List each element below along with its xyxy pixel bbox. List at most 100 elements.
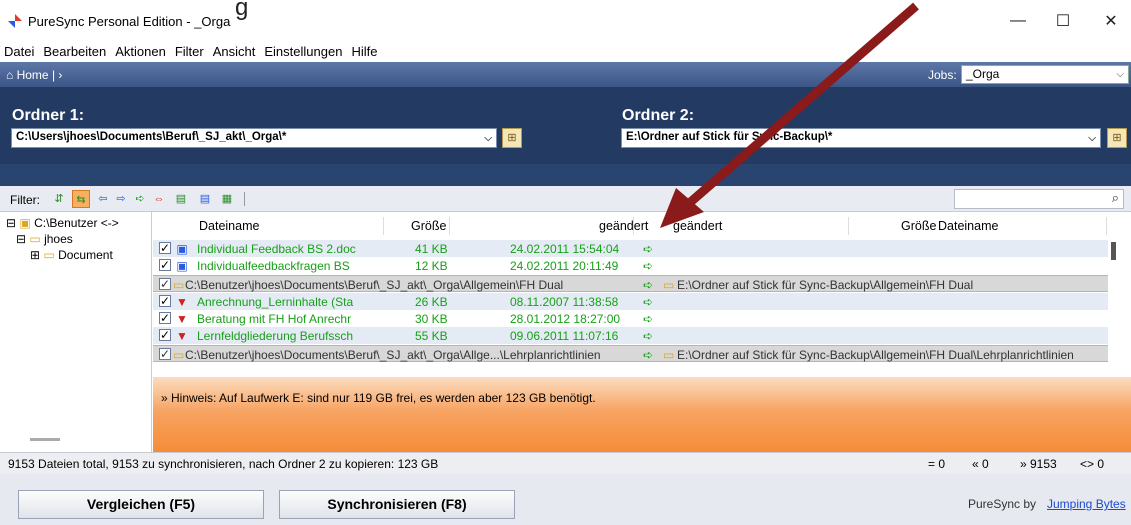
menu-aktionen[interactable]: Aktionen	[115, 44, 166, 59]
col-left-changed[interactable]: geändert	[599, 212, 648, 240]
menu-einstellungen[interactable]: Einstellungen	[264, 44, 342, 59]
folder2-label: Ordner 2:	[622, 107, 695, 124]
status-diff: <> 0	[1080, 457, 1105, 471]
col-right-size[interactable]: Größe	[901, 212, 936, 240]
computer-icon: ▣	[19, 216, 31, 230]
maximize-button[interactable]: ☐	[1043, 8, 1083, 34]
home-button[interactable]: ⌂ Home | ›	[6, 68, 62, 82]
status-bar: 9153 Dateien total, 9153 zu synchronisie…	[0, 452, 1131, 474]
left-only-icon[interactable]: ▤	[172, 190, 190, 208]
folder-tree-icon: ⊞	[507, 132, 517, 144]
arrow-right-blue-icon[interactable]: ⇨	[112, 190, 130, 208]
status-summary: 9153 Dateien total, 9153 zu synchronisie…	[8, 457, 439, 471]
menu-bearbeiten[interactable]: Bearbeiten	[43, 44, 106, 59]
row-checkbox[interactable]: ✓	[159, 348, 171, 360]
folder-icon: ▭	[173, 278, 185, 292]
pdf-icon: ▼	[176, 312, 188, 326]
status-equal: = 0	[928, 457, 946, 471]
button-bar: Vergleichen (F5) Synchronisieren (F8) Pu…	[0, 474, 1131, 525]
synchronize-button[interactable]: Synchronisieren (F8)	[279, 490, 515, 519]
folder-row[interactable]: ✓ ▭ C:\Benutzer\jhoes\Documents\Beruf\_S…	[153, 275, 1108, 292]
window-title: PureSync Personal Edition - _Orga	[28, 14, 231, 29]
compare-button[interactable]: Vergleichen (F5)	[18, 490, 264, 519]
copy-right-icon: ➪	[643, 348, 654, 362]
search-input[interactable]: ⌕	[954, 189, 1124, 209]
folder-row[interactable]: ✓ ▭ C:\Benutzer\jhoes\Documents\Beruf\_S…	[153, 345, 1108, 362]
list-scrollbar[interactable]	[1111, 242, 1116, 260]
row-checkbox[interactable]: ✓	[159, 295, 171, 307]
table-row[interactable]: ✓ ▼ Anrechnung_Lerninhalte (Sta 26 KB 08…	[153, 293, 1108, 310]
folder-icon: ▭	[663, 348, 675, 362]
chevron-down-icon: ⌵	[1088, 133, 1096, 144]
status-left: « 0	[972, 457, 989, 471]
conflict-icon[interactable]: ⇔	[150, 190, 168, 208]
copy-right-icon: ➪	[643, 259, 654, 273]
row-checkbox[interactable]: ✓	[159, 259, 171, 271]
table-row[interactable]: ✓ ▼ Lernfeldgliederung Berufssch 55 KB 0…	[153, 327, 1108, 344]
row-checkbox[interactable]: ✓	[159, 329, 171, 341]
filter-label: Filter:	[10, 193, 40, 207]
folder2-path-input[interactable]: E:\Ordner auf Stick für Sync-Backup\* ⌵	[621, 128, 1101, 148]
pdf-icon: ▼	[176, 329, 188, 343]
folder-icon: ▭	[29, 232, 41, 246]
folder-tree: ⊟ ▣ C:\Benutzer <-> ⊟ ▭ jhoes ⊞ ▭ Docume…	[0, 212, 152, 452]
copy-right-icon: ➪	[643, 329, 654, 343]
title-bar: PureSync Personal Edition - _Orga g — ☐ …	[0, 0, 1131, 40]
jumping-bytes-link[interactable]: Jumping Bytes	[1047, 497, 1126, 511]
col-left-name[interactable]: Dateiname	[199, 212, 259, 240]
col-right-changed[interactable]: geändert	[673, 212, 722, 240]
folder-icon: ▭	[43, 248, 55, 262]
row-checkbox[interactable]: ✓	[159, 278, 171, 290]
col-left-size[interactable]: Größe	[411, 212, 446, 240]
hint-panel: » Hinweis: Auf Laufwerk E: sind nur 119 …	[153, 377, 1131, 452]
filter-sync-icon[interactable]: ⇆	[72, 190, 90, 208]
menu-datei[interactable]: Datei	[4, 44, 34, 59]
tree-item-documents[interactable]: ⊞ ▭ Document	[30, 248, 113, 262]
folder-icon: ▭	[663, 278, 675, 292]
row-checkbox[interactable]: ✓	[159, 242, 171, 254]
pdf-icon: ▼	[176, 295, 188, 309]
table-row[interactable]: ✓ ▼ Beratung mit FH Hof Anrechr 30 KB 28…	[153, 310, 1108, 327]
minimize-button[interactable]: —	[998, 8, 1038, 34]
search-icon: ⌕	[1111, 190, 1119, 205]
copy-right-icon: ➪	[643, 242, 654, 256]
arrow-left-icon[interactable]: ⇦	[94, 190, 112, 208]
menu-ansicht[interactable]: Ansicht	[213, 44, 256, 59]
folder2-browse-button[interactable]: ⊞	[1107, 128, 1127, 148]
folder-tree-icon: ⊞	[1112, 132, 1122, 144]
col-right-name[interactable]: Dateiname	[938, 212, 998, 240]
tree-item-jhoes[interactable]: ⊟ ▭ jhoes	[16, 232, 73, 246]
arrow-right-green-icon[interactable]: ➪	[131, 190, 149, 208]
panel-band	[0, 164, 1131, 186]
filter-bar: Filter: ⇵ ⇆ ⇦ ⇨ ➪ ⇔ ▤ ▤ ▦ ⌕	[0, 186, 1131, 212]
close-button[interactable]: ✕	[1091, 8, 1131, 34]
menu-hilfe[interactable]: Hilfe	[351, 44, 377, 59]
copy-right-icon: ➪	[643, 312, 654, 326]
word-icon: ▣	[176, 242, 188, 256]
copy-right-icon: ➪	[643, 295, 654, 309]
status-right: » 9153	[1020, 457, 1057, 471]
jobs-select[interactable]: _Orga ⌵	[961, 65, 1129, 84]
overlay-caption-fragment: g	[235, 0, 249, 21]
home-icon: ⌂	[6, 68, 14, 82]
folder1-label: Ordner 1:	[12, 107, 85, 124]
tree-item-root[interactable]: ⊟ ▣ C:\Benutzer <->	[6, 216, 119, 230]
row-checkbox[interactable]: ✓	[159, 312, 171, 324]
folder1-path-input[interactable]: C:\Users\jhoes\Documents\Beruf\_SJ_akt\_…	[11, 128, 497, 148]
chevron-down-icon: ⌵	[484, 133, 492, 144]
word-icon: ▣	[176, 259, 188, 273]
table-row[interactable]: ✓ ▣ Individualfeedbackfragen BS 12 KB 24…	[153, 257, 1108, 274]
both-icon[interactable]: ▦	[218, 190, 236, 208]
menu-filter[interactable]: Filter	[175, 44, 204, 59]
hint-text: » Hinweis: Auf Laufwerk E: sind nur 119 …	[161, 391, 596, 405]
chevron-down-icon: ⌵	[1116, 69, 1124, 80]
tree-scrollbar[interactable]	[30, 438, 60, 441]
table-row[interactable]: ✓ ▣ Individual Feedback BS 2.doc 41 KB 2…	[153, 240, 1108, 257]
copy-right-icon: ➪	[643, 278, 654, 292]
right-only-icon[interactable]: ▤	[196, 190, 214, 208]
filter-all-icon[interactable]: ⇵	[50, 190, 68, 208]
divider	[244, 192, 245, 206]
jobs-label: Jobs:	[928, 68, 957, 82]
folder1-browse-button[interactable]: ⊞	[502, 128, 522, 148]
file-list: Dateiname Größe geändert geändert Größe …	[153, 212, 1131, 374]
